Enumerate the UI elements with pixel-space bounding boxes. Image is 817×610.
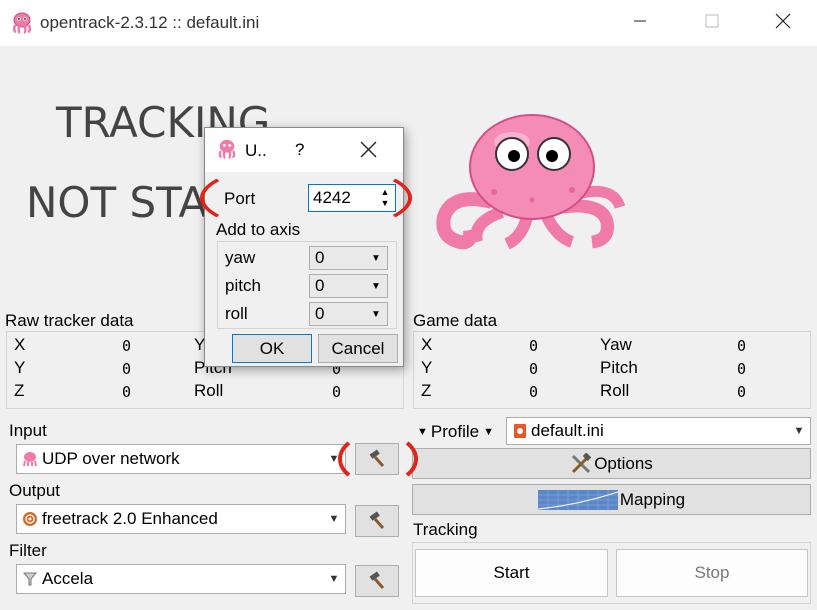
input-tracker-select[interactable]: UDP over network ▼ — [16, 444, 346, 474]
chevron-down-icon: ▼ — [371, 280, 381, 292]
ok-label: OK — [259, 338, 285, 358]
raw-tracker-data-label: Raw tracker data — [5, 311, 134, 330]
raw-roll-value: 0 — [332, 383, 342, 401]
maximize-button[interactable] — [689, 8, 735, 38]
triangle-down-icon: ▼ — [483, 426, 494, 438]
mapping-button[interactable]: Mapping — [412, 484, 811, 515]
profile-value: default.ini — [531, 421, 604, 440]
chevron-down-icon: ▼ — [328, 513, 340, 525]
raw-y-label: Y — [14, 358, 26, 377]
roll-label: roll — [225, 304, 248, 323]
stop-button[interactable]: Stop — [616, 549, 808, 597]
game-y-label: Y — [421, 358, 433, 377]
start-button[interactable]: Start — [415, 549, 608, 597]
filter-label: Filter — [9, 541, 47, 560]
game-yaw-label: Yaw — [600, 335, 632, 354]
tools-icon — [570, 452, 592, 475]
raw-roll-label: Roll — [194, 381, 224, 400]
curve-graph-icon — [537, 489, 618, 510]
cancel-label: Cancel — [331, 338, 385, 358]
ok-button[interactable]: OK — [232, 334, 312, 363]
profile-select[interactable]: default.ini ▼ — [506, 417, 811, 445]
filter-value: Accela — [42, 569, 94, 588]
raw-x-label: X — [14, 335, 26, 354]
output-protocol-select[interactable]: freetrack 2.0 Enhanced ▼ — [16, 504, 346, 534]
red-annotation-settings — [338, 432, 418, 486]
filter-select[interactable]: Accela ▼ — [16, 564, 346, 594]
raw-z-value: 0 — [122, 383, 132, 401]
pitch-offset-value: 0 — [315, 276, 325, 295]
tracking-status-line2: NOT STA — [26, 178, 208, 227]
profile-file-icon — [513, 423, 527, 439]
raw-y-value: 0 — [122, 360, 132, 378]
octopus-mascot-image — [432, 112, 632, 257]
roll-offset-select[interactable]: 0 ▼ — [309, 302, 388, 326]
tracking-label: Tracking — [413, 520, 478, 539]
window-title: opentrack-2.3.12 :: default.ini — [40, 13, 260, 32]
filter-settings-button[interactable] — [355, 565, 399, 597]
pitch-label: pitch — [225, 276, 261, 295]
game-roll-value: 0 — [737, 383, 747, 401]
dialog-title: U.. — [245, 141, 267, 160]
roll-offset-value: 0 — [315, 304, 325, 323]
chevron-down-icon: ▼ — [371, 308, 381, 320]
profile-menu-button[interactable]: ▼ Profile ▼ — [417, 422, 494, 442]
hammer-icon — [367, 571, 387, 591]
game-pitch-value: 0 — [737, 360, 747, 378]
triangle-down-icon: ▼ — [417, 426, 428, 438]
raw-x-value: 0 — [122, 337, 132, 355]
hammer-icon — [367, 511, 387, 531]
raw-z-label: Z — [14, 381, 25, 400]
funnel-icon — [22, 571, 38, 587]
mapping-label: Mapping — [619, 489, 686, 509]
pitch-offset-select[interactable]: 0 ▼ — [309, 274, 388, 298]
maximize-icon — [705, 13, 719, 33]
input-tracker-value: UDP over network — [42, 449, 180, 468]
chevron-down-icon: ▼ — [328, 573, 340, 585]
help-button[interactable]: ? — [295, 140, 304, 160]
red-annotation-port — [200, 162, 412, 234]
game-y-value: 0 — [529, 360, 539, 378]
options-button[interactable]: Options — [412, 448, 811, 479]
dialog-close-button[interactable] — [360, 141, 377, 158]
minimize-icon — [633, 13, 647, 33]
octopus-icon — [22, 451, 38, 467]
cancel-button[interactable]: Cancel — [318, 334, 398, 363]
stop-label: Stop — [694, 563, 730, 582]
title-bar: opentrack-2.3.12 :: default.ini — [0, 0, 817, 46]
output-protocol-value: freetrack 2.0 Enhanced — [42, 509, 218, 528]
freetrack-icon — [22, 511, 38, 527]
octopus-app-icon — [10, 11, 34, 40]
yaw-offset-select[interactable]: 0 ▼ — [309, 246, 388, 270]
yaw-offset-value: 0 — [315, 248, 325, 267]
output-label: Output — [9, 481, 61, 500]
profile-label: Profile — [430, 422, 480, 441]
game-pitch-label: Pitch — [600, 358, 638, 377]
octopus-app-icon — [216, 138, 238, 165]
game-data-label: Game data — [413, 311, 498, 330]
close-icon — [360, 141, 377, 158]
close-icon — [775, 13, 791, 34]
game-z-value: 0 — [529, 383, 539, 401]
game-x-label: X — [421, 335, 433, 354]
game-yaw-value: 0 — [737, 337, 747, 355]
game-roll-label: Roll — [600, 381, 630, 400]
options-label: Options — [594, 453, 653, 473]
start-label: Start — [493, 563, 530, 582]
input-label: Input — [9, 421, 47, 440]
yaw-label: yaw — [225, 248, 256, 267]
minimize-button[interactable] — [617, 8, 663, 38]
output-settings-button[interactable] — [355, 505, 399, 537]
chevron-down-icon: ▼ — [793, 425, 805, 437]
game-z-label: Z — [421, 381, 432, 400]
game-x-value: 0 — [529, 337, 539, 355]
close-button[interactable] — [760, 8, 806, 38]
chevron-down-icon: ▼ — [371, 252, 381, 264]
